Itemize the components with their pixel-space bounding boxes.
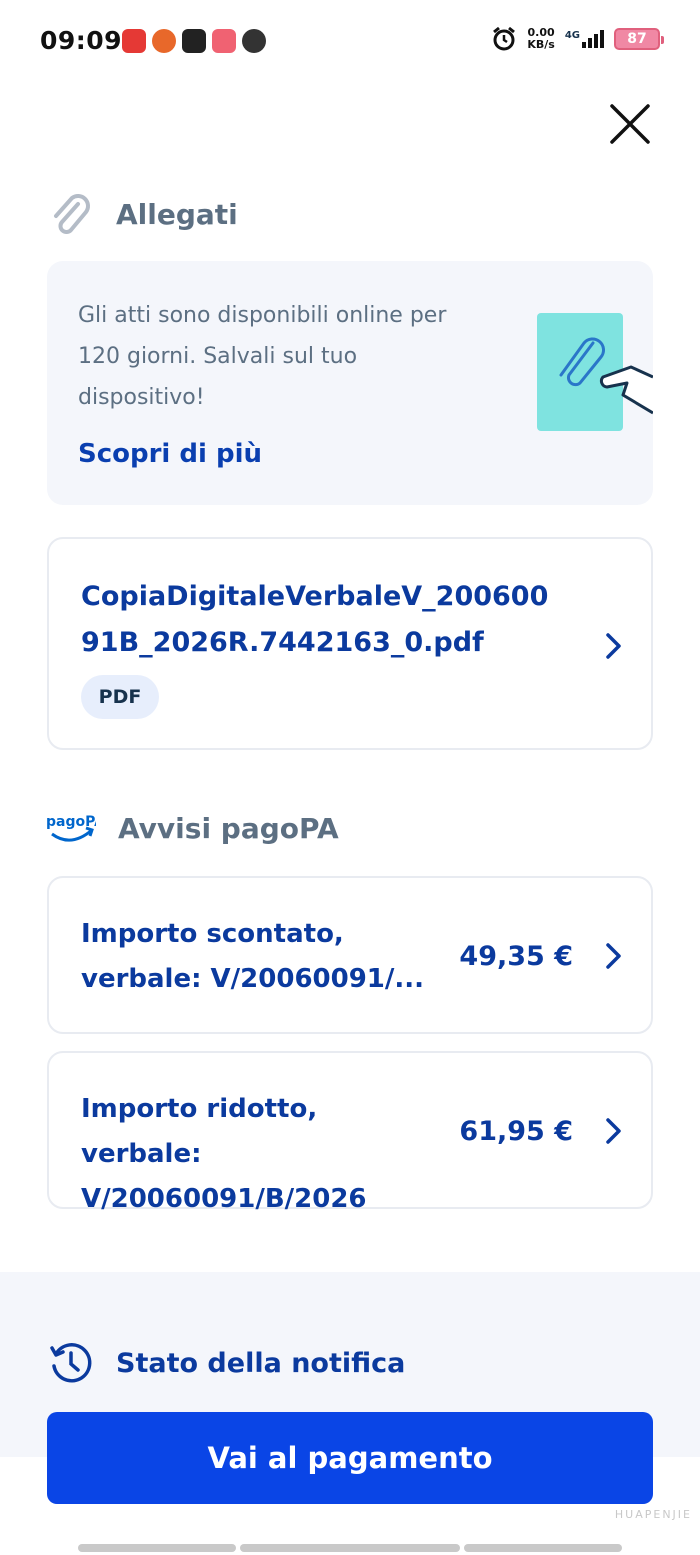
network-type: 4G <box>564 30 580 41</box>
close-icon[interactable] <box>606 100 654 148</box>
payment-notice-card[interactable]: Importo ridotto, verbale: V/20060091/B/2… <box>47 1051 653 1214</box>
home-indicator-segment <box>240 1544 460 1552</box>
payment-notice-title: Importo ridotto, verbale: V/20060091/B/2… <box>81 1094 367 1214</box>
payment-notice-title: Importo scontato, verbale: V/20060091/..… <box>81 919 425 994</box>
attachment-card[interactable]: CopiaDigitaleVerbaleV_20060091B_2026R.74… <box>47 537 653 750</box>
pagopa-logo-icon: pagoPA <box>46 814 96 842</box>
weibo-icon <box>242 29 266 53</box>
status-indicators: 0.00 KB/s 4G 87 <box>491 26 664 52</box>
facebook-icon <box>182 29 206 53</box>
attachments-header: Allegati <box>46 190 238 238</box>
pagopa-header: pagoPA Avvisi pagoPA <box>46 806 339 850</box>
learn-more-link[interactable]: Scopri di più <box>78 439 262 469</box>
pdf-badge: PDF <box>81 675 159 719</box>
net-speed-unit: KB/s <box>527 38 555 51</box>
pagopa-title: Avvisi pagoPA <box>118 811 339 845</box>
pumpkin-app-icon <box>152 29 176 53</box>
home-indicator-segment <box>464 1544 622 1552</box>
status-app-icons <box>122 29 266 53</box>
payment-notice-card[interactable]: Importo scontato, verbale: V/20060091/..… <box>47 876 653 1034</box>
chevron-right-icon <box>606 943 621 969</box>
signal-icon: 4G <box>565 30 604 48</box>
info-text: Gli atti sono disponibili online per 120… <box>78 303 447 410</box>
battery-indicator: 87 <box>614 28 664 50</box>
tiktok-icon <box>212 29 236 53</box>
document-hand-illustration <box>537 313 653 431</box>
net-speed: 0.00 KB/s <box>527 27 554 51</box>
document-name: CopiaDigitaleVerbaleV_20060091B_2026R.74… <box>81 581 549 658</box>
payment-amount: 61,95 € <box>459 1116 573 1147</box>
chevron-right-icon <box>606 1118 621 1144</box>
news-app-icon <box>122 29 146 53</box>
payment-amount: 49,35 € <box>459 941 573 972</box>
status-bar: 09:09 0.00 KB/s 4G 87 <box>0 0 700 84</box>
status-time: 09:09 <box>40 26 123 55</box>
go-to-payment-button[interactable]: Vai al pagamento <box>47 1412 653 1504</box>
watermark-text: HUAPENJIE <box>614 1508 692 1521</box>
attachments-info-box: Gli atti sono disponibili online per 120… <box>47 261 653 505</box>
chevron-right-icon <box>606 633 621 659</box>
alarm-icon <box>493 26 516 51</box>
notification-state-row[interactable]: Stato della notifica <box>48 1340 405 1386</box>
home-indicator-segment <box>78 1544 236 1552</box>
notification-state-title: Stato della notifica <box>116 1347 406 1379</box>
paperclip-icon <box>54 194 90 234</box>
history-icon <box>50 1343 92 1383</box>
attachments-title: Allegati <box>116 197 238 231</box>
